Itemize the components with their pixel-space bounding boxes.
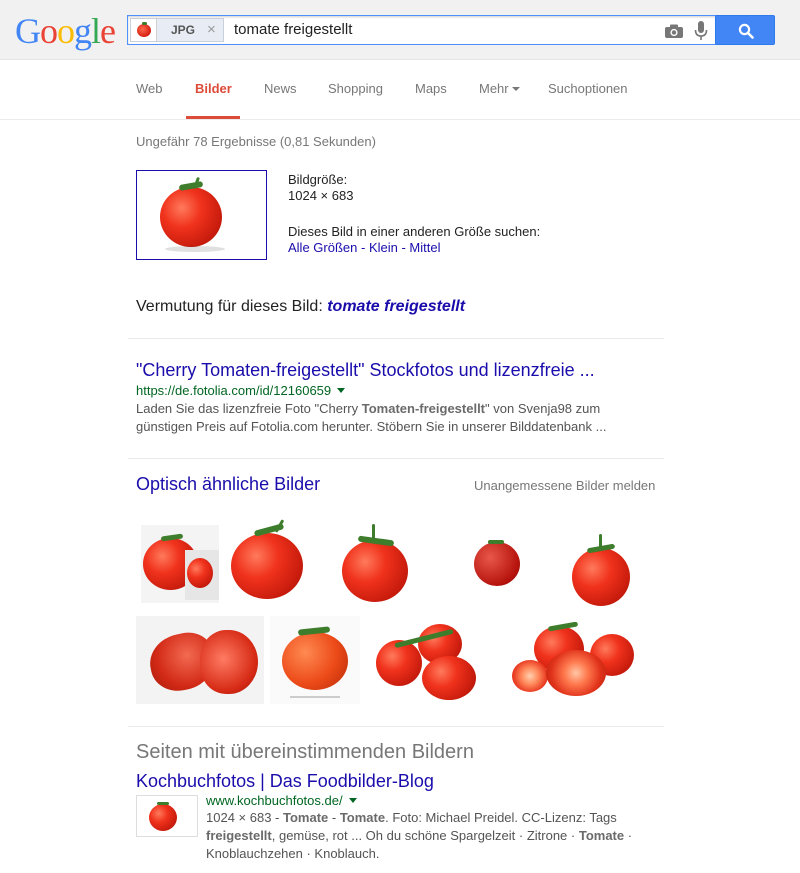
logo-letter: G	[15, 11, 41, 51]
snippet-highlight: Tomate	[339, 810, 386, 825]
tab-maps[interactable]: Maps	[415, 81, 447, 96]
report-images-link[interactable]: Unangemessene Bilder melden	[474, 478, 655, 493]
query-image-thumbnail[interactable]	[136, 170, 267, 260]
snippet-highlight: Tomaten-freigestellt	[361, 401, 486, 416]
logo-letter: o	[57, 11, 75, 51]
link-small[interactable]: Klein	[369, 240, 398, 255]
snippet-text: , gemüse, rot ... Oh du schöne Spargelze…	[271, 828, 579, 843]
snippet-highlight: Tomate	[578, 828, 625, 843]
best-guess: Vermutung für dieses Bild: tomate freige…	[136, 298, 465, 316]
divider	[128, 458, 664, 459]
best-guess-prefix: Vermutung für dieses Bild:	[136, 298, 328, 315]
snippet-text: -	[271, 810, 283, 825]
tab-shopping[interactable]: Shopping	[328, 81, 383, 96]
other-sizes-label: Dieses Bild in einer anderen Größe suche…	[288, 224, 541, 239]
similar-image[interactable]	[141, 525, 219, 603]
matching-page-thumbnail[interactable]	[136, 795, 198, 837]
divider	[128, 726, 664, 727]
divider	[128, 338, 664, 339]
chip-close-icon[interactable]: ×	[207, 19, 216, 41]
active-tab-indicator	[186, 116, 240, 119]
size-links: Alle Größen - Klein - Mittel	[288, 240, 540, 256]
search-input[interactable]: tomate freigestellt	[234, 21, 352, 38]
logo-letter: g	[74, 11, 92, 51]
chip-label: JPG	[171, 23, 196, 37]
similar-image[interactable]	[372, 618, 484, 702]
matching-page-title-link[interactable]: Kochbuchfotos | Das Foodbilder-Blog	[136, 771, 434, 792]
similar-image[interactable]	[567, 530, 635, 610]
chevron-down-icon[interactable]	[337, 388, 346, 393]
snippet-text: 1024 × 683	[206, 810, 272, 825]
search-button[interactable]	[715, 15, 775, 45]
tab-web[interactable]: Web	[136, 81, 163, 96]
search-box[interactable]: JPG × tomate freigestellt	[127, 15, 717, 45]
chip-thumbnail	[131, 19, 157, 41]
similar-image[interactable]	[338, 518, 410, 606]
chevron-down-icon[interactable]	[348, 798, 357, 803]
result-stats: Ungefähr 78 Ergebnisse (0,81 Sekunden)	[136, 134, 376, 149]
image-size-info: Bildgröße: 1024 × 683 Dieses Bild in ein…	[288, 172, 540, 256]
logo-letter: e	[100, 11, 116, 51]
search-tabs: Web Bilder News Shopping Maps Mehr Sucho…	[0, 60, 800, 120]
snippet-text: -	[328, 810, 340, 825]
result-title-link[interactable]: "Cherry Tomaten-freigestellt" Stockfotos…	[136, 360, 595, 381]
link-medium[interactable]: Mittel	[409, 240, 440, 255]
tab-news[interactable]: News	[264, 81, 297, 96]
similar-image[interactable]	[136, 616, 264, 704]
similar-images-title[interactable]: Optisch ähnliche Bilder	[136, 474, 320, 495]
similar-image[interactable]	[470, 535, 525, 590]
google-logo[interactable]: Google	[15, 11, 116, 51]
link-all-sizes[interactable]: Alle Größen	[288, 240, 357, 255]
snippet-text: . Foto: Michael Preidel. CC-Lizenz: Tags	[385, 810, 617, 825]
similar-image[interactable]	[270, 616, 360, 704]
snippet-text: Laden Sie das lizenzfreie Foto "Cherry	[136, 401, 362, 416]
search-icon	[738, 23, 754, 39]
result-snippet: Laden Sie das lizenzfreie Foto "Cherry T…	[136, 400, 636, 436]
matching-page-snippet: 1024 × 683 - Tomate - Tomate. Foto: Mich…	[206, 809, 646, 863]
result-url[interactable]: https://de.fotolia.com/id/12160659	[136, 383, 346, 398]
size-label: Bildgröße:	[288, 172, 348, 187]
link-separator: -	[397, 240, 410, 255]
image-query-chip[interactable]: JPG ×	[130, 18, 224, 42]
tab-suchoptionen[interactable]: Suchoptionen	[548, 81, 628, 96]
header-bar: Google JPG × tomate freigestellt	[0, 0, 800, 60]
matching-page-url-text: www.kochbuchfotos.de/	[206, 793, 343, 808]
tab-mehr[interactable]: Mehr	[479, 81, 520, 96]
best-guess-link[interactable]: tomate freigestellt	[327, 298, 465, 315]
snippet-highlight: freigestellt	[206, 828, 272, 843]
link-separator: -	[357, 240, 369, 255]
microphone-icon[interactable]	[694, 21, 708, 41]
similar-image[interactable]	[508, 622, 638, 698]
size-value: 1024 × 683	[288, 188, 354, 203]
result-url-text: https://de.fotolia.com/id/12160659	[136, 383, 332, 398]
chevron-down-icon	[511, 87, 520, 91]
matching-page-url[interactable]: www.kochbuchfotos.de/	[206, 793, 357, 808]
matching-pages-title: Seiten mit übereinstimmenden Bildern	[136, 741, 474, 763]
tab-bilder[interactable]: Bilder	[195, 81, 232, 96]
logo-letter: l	[91, 11, 101, 51]
tab-mehr-label: Mehr	[479, 81, 509, 96]
similar-image[interactable]	[226, 515, 306, 605]
snippet-highlight: Tomate	[283, 810, 329, 825]
camera-icon[interactable]	[665, 24, 683, 38]
logo-letter: o	[40, 11, 58, 51]
